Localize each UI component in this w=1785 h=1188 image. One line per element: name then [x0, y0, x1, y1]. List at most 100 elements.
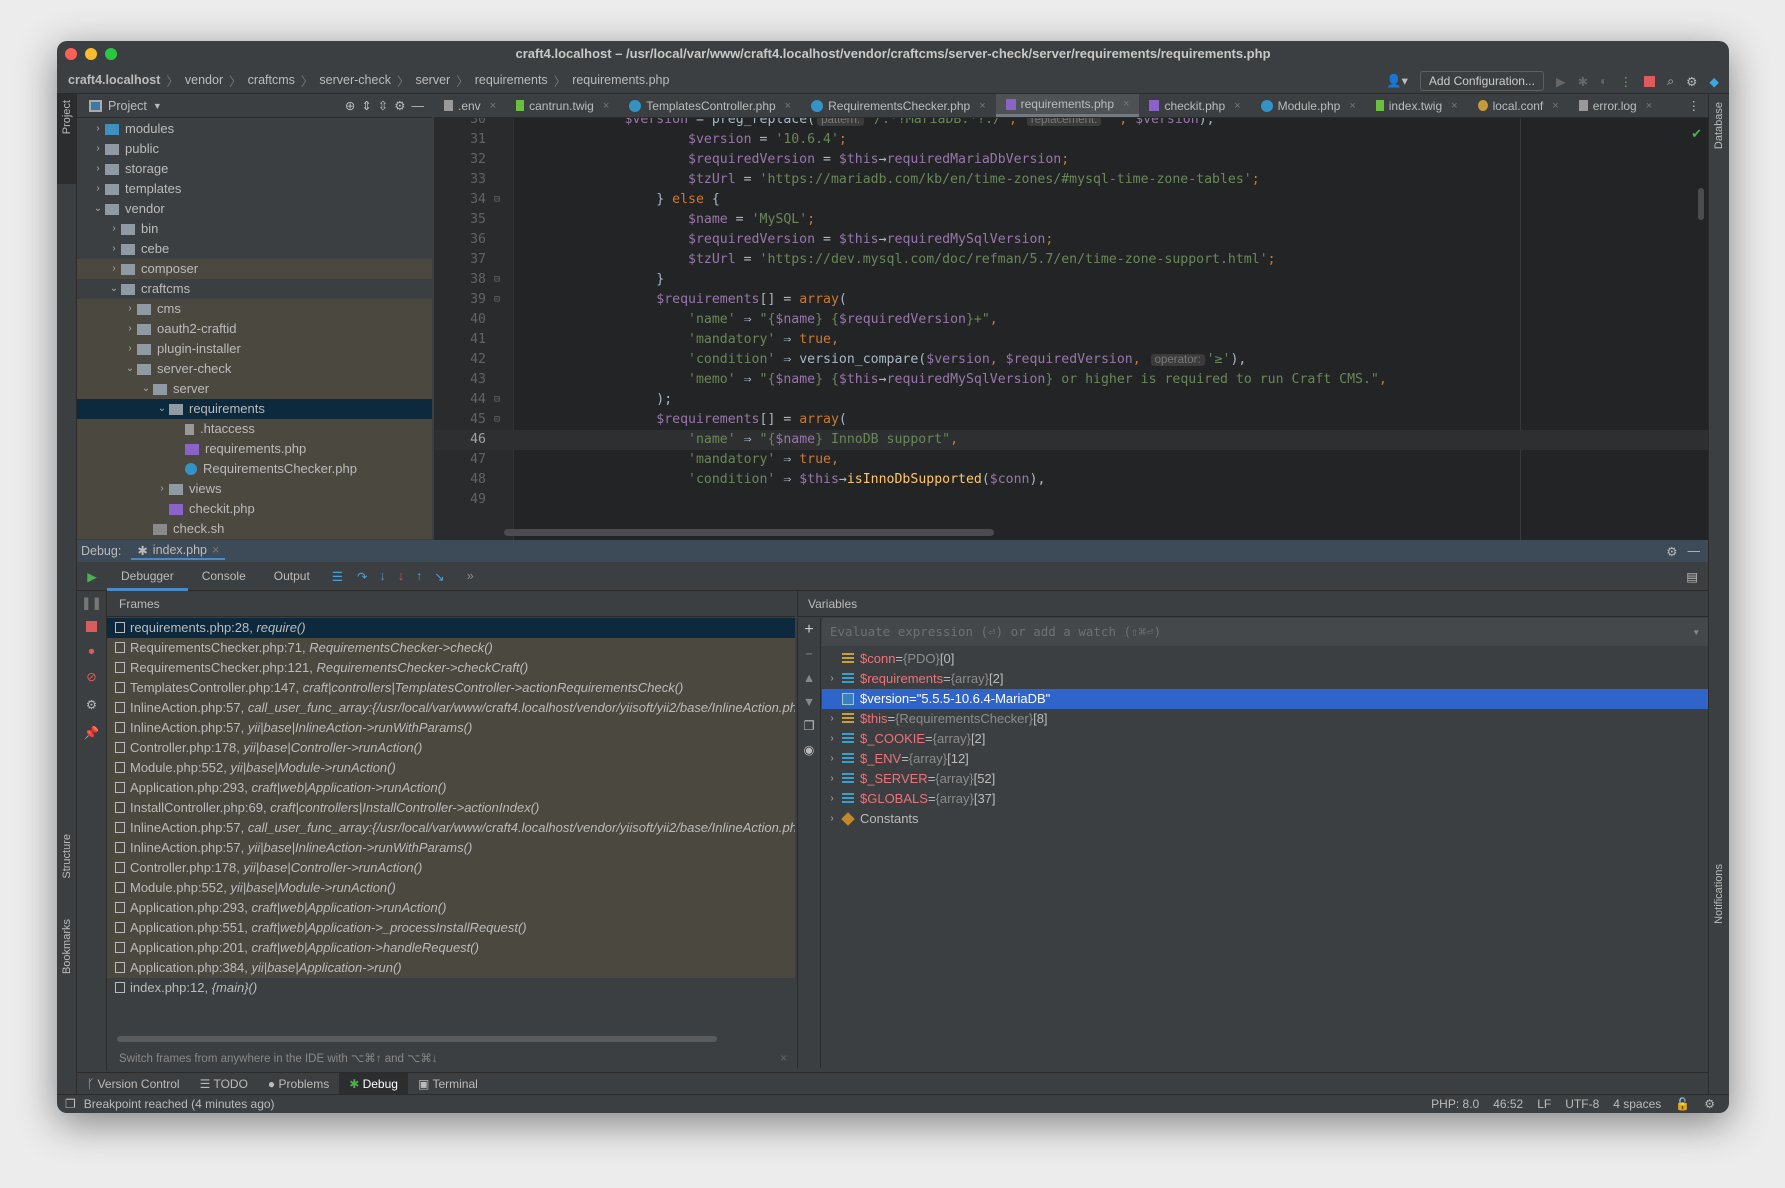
force-step-into-icon[interactable]: ↓ — [398, 569, 404, 583]
chevron-right-icon[interactable]: › — [155, 479, 169, 499]
user-icon[interactable]: 👤▾ — [1386, 73, 1408, 89]
breadcrumb-item[interactable]: craft4.localhost — [68, 73, 160, 87]
frames-layout-icon[interactable]: ☰ — [332, 569, 343, 584]
editor-tab[interactable]: error.log× — [1569, 94, 1662, 117]
line-number[interactable]: 32 — [434, 150, 486, 170]
add-configuration-button[interactable]: Add Configuration... — [1420, 71, 1544, 91]
close-tab-icon[interactable]: × — [1451, 100, 1457, 112]
frame-item[interactable]: Application.php:293, craft|web|Applicati… — [107, 898, 795, 918]
breadcrumb-item[interactable]: server — [415, 73, 450, 87]
frame-item[interactable]: TemplatesController.php:147, craft|contr… — [107, 678, 795, 698]
run-icon[interactable]: ▶ — [1556, 74, 1566, 89]
add-watch-icon[interactable]: + — [798, 618, 820, 642]
move-up-icon[interactable]: ▲ — [798, 666, 820, 690]
tool-windows-icon[interactable]: ❐ — [65, 1095, 76, 1114]
more-icon[interactable]: » — [467, 569, 474, 583]
tree-item[interactable]: check.sh — [77, 519, 432, 539]
variable-item[interactable]: $version = "5.5.5-10.6.4-MariaDB" — [822, 689, 1708, 709]
debug-tab-debugger[interactable]: Debugger — [107, 562, 188, 591]
frame-item[interactable]: Controller.php:178, yii|base|Controller-… — [107, 738, 795, 758]
view-breakpoints-icon[interactable]: ● — [77, 638, 106, 664]
tree-item[interactable]: ›plugin-installer — [77, 339, 432, 359]
close-tab-icon[interactable]: × — [785, 100, 791, 112]
line-number[interactable]: 42 — [434, 350, 486, 370]
tree-item[interactable]: ›modules — [77, 119, 432, 139]
line-number[interactable]: 46 — [434, 430, 486, 450]
chevron-down-icon[interactable]: ⌄ — [107, 279, 121, 299]
tool-tab-todo[interactable]: ☰ TODO — [190, 1073, 258, 1095]
close-tab-icon[interactable]: × — [490, 100, 496, 112]
chevron-right-icon[interactable]: › — [822, 769, 842, 789]
chevron-right-icon[interactable]: › — [107, 239, 121, 259]
editor-tab[interactable]: checkit.php× — [1139, 94, 1250, 117]
tool-tab-problems[interactable]: ● Problems — [258, 1073, 339, 1095]
variable-item[interactable]: ›$this = {RequirementsChecker} [8] — [822, 709, 1708, 729]
breadcrumb-item[interactable]: vendor — [185, 73, 223, 87]
chevron-right-icon[interactable]: › — [123, 319, 137, 339]
run-to-cursor-icon[interactable]: ↘ — [434, 569, 444, 584]
tree-item[interactable]: ›oauth2-craftid — [77, 319, 432, 339]
close-tab-icon[interactable]: × — [1646, 100, 1652, 112]
mute-breakpoints-icon[interactable]: ⊘ — [77, 664, 106, 690]
coverage-icon[interactable]: ◐ — [1600, 74, 1608, 88]
chevron-down-icon[interactable]: ⌄ — [155, 399, 169, 419]
hide-icon[interactable]: — — [412, 99, 425, 113]
fold-marker-icon[interactable]: ⊟ — [494, 410, 500, 430]
copy-icon[interactable]: ❐ — [798, 714, 820, 738]
chevron-down-icon[interactable]: ⌄ — [91, 199, 105, 219]
line-number[interactable]: 31 — [434, 130, 486, 150]
frames-horizontal-scrollbar[interactable] — [117, 1036, 717, 1042]
tree-item[interactable]: RequirementsChecker.php — [77, 459, 432, 479]
breadcrumb-item[interactable]: server-check — [319, 73, 391, 87]
pause-icon[interactable]: ❚❚ — [77, 591, 106, 615]
tree-item[interactable]: ›templates — [77, 179, 432, 199]
frame-item[interactable]: InstallController.php:69, craft|controll… — [107, 798, 795, 818]
frame-item[interactable]: index.php:12, {main}() — [107, 978, 795, 998]
gear-icon[interactable]: ⚙ — [1686, 74, 1697, 89]
close-tab-icon[interactable]: × — [1234, 100, 1240, 112]
project-tool-button[interactable]: Project — [57, 94, 76, 184]
code-editor[interactable]: ✔ 30 $version = preg_replace(pattern:'/.… — [434, 118, 1708, 542]
variable-item[interactable]: ›$_COOKIE = {array} [2] — [822, 729, 1708, 749]
tree-item[interactable]: ⌄requirements — [77, 399, 432, 419]
frame-item[interactable]: Module.php:552, yii|base|Module->runActi… — [107, 878, 795, 898]
php-level[interactable]: PHP: 8.0 — [1431, 1095, 1479, 1114]
line-number[interactable]: 47 — [434, 450, 486, 470]
variable-item[interactable]: ›$_SERVER = {array} [52] — [822, 769, 1708, 789]
file-encoding[interactable]: UTF-8 — [1565, 1095, 1599, 1114]
dropdown-icon[interactable]: ▾ — [1692, 618, 1700, 646]
chevron-right-icon[interactable]: › — [91, 119, 105, 139]
tree-item[interactable]: ⌄vendor — [77, 199, 432, 219]
tool-tab-debug[interactable]: ✱ Debug — [339, 1073, 408, 1095]
tree-item[interactable]: ⌄server-check — [77, 359, 432, 379]
chevron-right-icon[interactable]: › — [91, 179, 105, 199]
line-number[interactable]: 40 — [434, 310, 486, 330]
editor-tab[interactable]: local.conf× — [1468, 94, 1569, 117]
editor-tab[interactable]: cantrun.twig× — [506, 94, 619, 117]
fold-marker-icon[interactable]: ⊟ — [494, 190, 500, 210]
variable-item[interactable]: ›Constants — [822, 809, 1708, 829]
debug-tab-output[interactable]: Output — [260, 562, 324, 591]
frame-item[interactable]: InlineAction.php:57, yii|base|InlineActi… — [107, 838, 795, 858]
close-tab-icon[interactable]: × — [1349, 100, 1355, 112]
chevron-right-icon[interactable]: › — [91, 139, 105, 159]
listen-debug-icon[interactable]: ⋮ — [1620, 74, 1633, 89]
expand-all-icon[interactable]: ⇕ — [361, 98, 371, 113]
line-number[interactable]: 30 — [434, 118, 486, 130]
tree-item[interactable]: ›storage — [77, 159, 432, 179]
hide-icon[interactable]: — — [1688, 544, 1701, 558]
tool-tab-terminal[interactable]: ▣ Terminal — [408, 1073, 488, 1095]
line-separator[interactable]: LF — [1537, 1095, 1551, 1114]
chevron-down-icon[interactable]: ⌄ — [123, 359, 137, 379]
variable-item[interactable]: ›$requirements = {array} [2] — [822, 669, 1708, 689]
line-number[interactable]: 45 — [434, 410, 486, 430]
evaluate-expression-input[interactable]: Evaluate expression (⏎) or add a watch (… — [822, 618, 1708, 646]
editor-tab[interactable]: index.twig× — [1366, 94, 1468, 117]
plugin-logo-icon[interactable]: ◆ — [1709, 74, 1719, 89]
close-tab-icon[interactable]: × — [1552, 100, 1558, 112]
chevron-right-icon[interactable]: › — [91, 159, 105, 179]
line-number[interactable]: 39 — [434, 290, 486, 310]
line-number[interactable]: 36 — [434, 230, 486, 250]
variable-item[interactable]: ›$GLOBALS = {array} [37] — [822, 789, 1708, 809]
tree-item[interactable]: ›composer — [77, 259, 432, 279]
